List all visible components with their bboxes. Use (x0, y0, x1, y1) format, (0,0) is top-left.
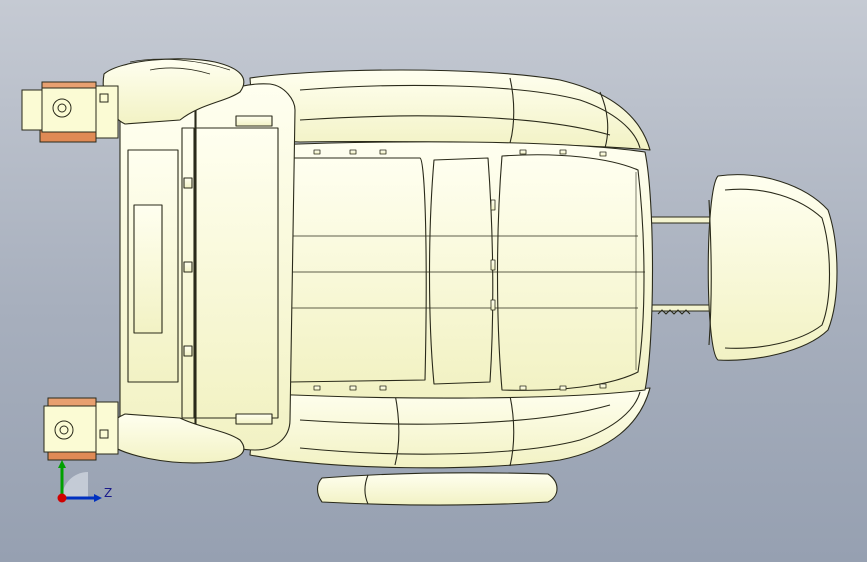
side-pad (316, 472, 558, 506)
bottom-bolster (249, 387, 651, 469)
cad-graphics-viewport[interactable]: Z (0, 0, 867, 562)
upper-recliner-mechanism (21, 81, 119, 143)
z-axis-arrow (94, 494, 102, 502)
plane-indicator (62, 472, 88, 498)
headrest (649, 174, 838, 361)
lower-recliner-mechanism (43, 397, 119, 461)
axis-triad-icon (57, 460, 102, 503)
seat-frame (119, 106, 196, 438)
back-crossbar (195, 83, 296, 451)
top-bolster (249, 69, 651, 151)
x-axis-point (57, 493, 67, 503)
seat-back-panel (269, 141, 654, 399)
y-axis-arrow (58, 460, 66, 468)
z-axis-label: Z (104, 486, 113, 500)
seat-model-view[interactable] (0, 0, 867, 562)
coordinate-triad: Z (48, 458, 128, 518)
